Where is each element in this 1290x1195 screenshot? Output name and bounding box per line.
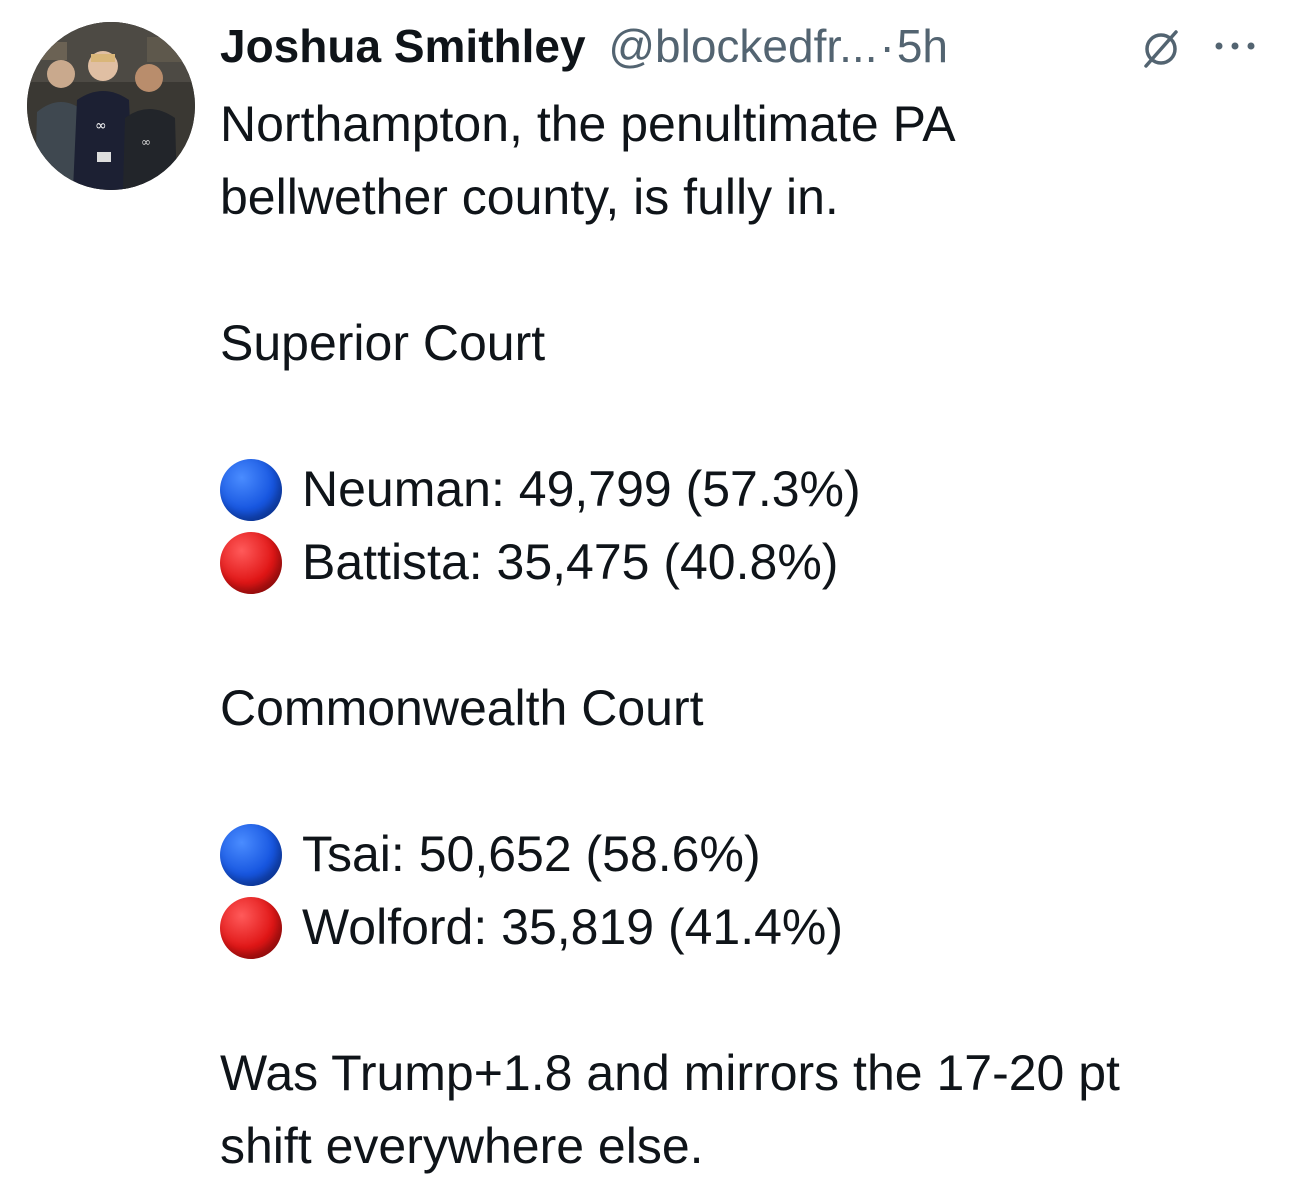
profile-photo-image: ∞ ∞	[27, 22, 195, 190]
separator-dot: ·	[879, 20, 895, 72]
result-row: Tsai: 50,652 (58.6%)	[220, 818, 1270, 891]
closing-line-2: shift everywhere else.	[220, 1118, 704, 1174]
closing-line-1: Was Trump+1.8 and mirrors the 17-20 pt	[220, 1045, 1120, 1101]
result-text: Wolford: 35,819 (41.4%)	[302, 899, 844, 955]
result-text: Tsai: 50,652 (58.6%)	[302, 826, 761, 882]
tweet-header: Joshua Smithley @blockedfr...·5h	[220, 16, 1270, 76]
tweet[interactable]: ∞ ∞ Joshua Smithley @blockedfr...·5h Nor…	[0, 0, 1290, 1195]
red-circle-icon	[220, 896, 282, 959]
intro-line-2: bellwether county, is fully in.	[220, 169, 839, 225]
result-row: Battista: 35,475 (40.8%)	[220, 526, 1270, 599]
svg-text:∞: ∞	[141, 135, 151, 149]
result-row: Neuman: 49,799 (57.3%)	[220, 453, 1270, 526]
author-handle[interactable]: @blockedfr...	[608, 20, 877, 72]
intro-line-1: Northampton, the penultimate PA	[220, 96, 956, 152]
blue-circle-icon	[220, 458, 282, 521]
result-text: Neuman: 49,799 (57.3%)	[302, 461, 861, 517]
result-text: Battista: 35,475 (40.8%)	[302, 534, 839, 590]
section-title-superior-court: Superior Court	[220, 315, 546, 371]
more-options-icon[interactable]	[1212, 38, 1258, 54]
tweet-text: Northampton, the penultimate PA bellweth…	[220, 88, 1270, 1183]
result-row: Wolford: 35,819 (41.4%)	[220, 891, 1270, 964]
svg-text:∞: ∞	[95, 118, 107, 134]
red-circle-icon	[220, 531, 282, 594]
section-title-commonwealth-court: Commonwealth Court	[220, 680, 704, 736]
grok-icon[interactable]	[1138, 26, 1184, 72]
blue-circle-icon	[220, 823, 282, 886]
timestamp[interactable]: 5h	[897, 20, 948, 72]
author-name[interactable]: Joshua Smithley	[220, 20, 586, 72]
avatar[interactable]: ∞ ∞	[27, 22, 195, 190]
